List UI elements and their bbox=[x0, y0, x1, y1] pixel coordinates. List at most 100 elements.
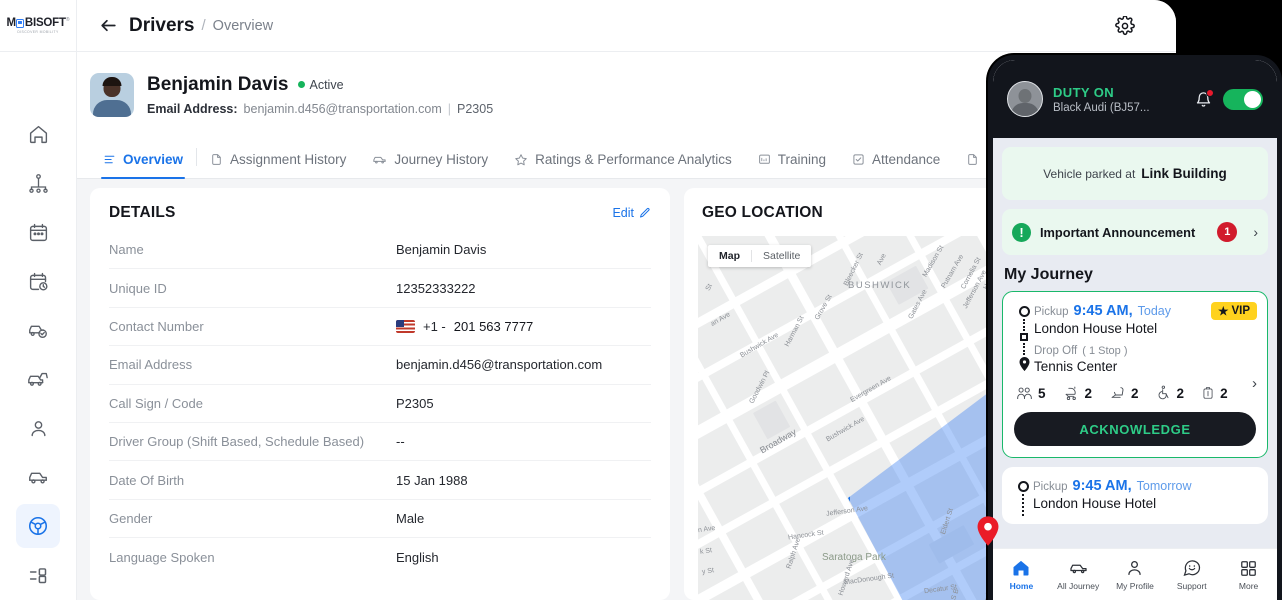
sidebar-item-calendar[interactable] bbox=[16, 210, 60, 254]
map-type-toggle[interactable]: Map Satellite bbox=[708, 245, 812, 267]
table-row: Call Sign / Code P2305 bbox=[109, 385, 651, 423]
tab-attendance-label: Attendance bbox=[872, 152, 941, 167]
row-value: Male bbox=[396, 510, 425, 526]
list-icon bbox=[104, 155, 115, 164]
status-dot-icon bbox=[297, 81, 305, 88]
tab-journey-history[interactable]: Journey History bbox=[359, 152, 501, 178]
vehicle-label: Black Audi (BJ57... bbox=[1053, 101, 1150, 114]
top-bar: Drivers / Overview bbox=[77, 0, 1176, 52]
phone-tab-home[interactable]: Home bbox=[993, 558, 1050, 591]
journey-track bbox=[1014, 303, 1034, 374]
star-icon: ★ bbox=[1218, 306, 1229, 318]
chat-smile-icon bbox=[1183, 560, 1200, 577]
brand-logo[interactable]: M BISOFT ® DISCOVER MOBILITY bbox=[0, 0, 76, 52]
pencil-icon bbox=[640, 207, 650, 218]
back-button[interactable] bbox=[97, 15, 119, 37]
sidebar-item-home[interactable] bbox=[16, 112, 60, 156]
table-row: Language Spoken English bbox=[109, 538, 651, 576]
row-value: Benjamin Davis bbox=[396, 242, 487, 258]
avatar[interactable] bbox=[1007, 81, 1043, 117]
vip-badge: ★ VIP bbox=[1211, 302, 1257, 320]
sidebar-item-vehicle-approvals[interactable] bbox=[16, 308, 60, 352]
table-row: Driver Group (Shift Based, Schedule Base… bbox=[109, 423, 651, 462]
sidebar-item-fleet[interactable] bbox=[16, 357, 60, 401]
count-wheelchair: 2 bbox=[1156, 385, 1185, 401]
sidebar-item-schedule[interactable] bbox=[16, 259, 60, 303]
calendar-clock-icon bbox=[29, 272, 48, 291]
count-value: 2 bbox=[1176, 385, 1185, 401]
star-icon bbox=[515, 153, 527, 165]
email-value: benjamin.d456@transportation.com bbox=[243, 101, 442, 116]
sidebar-item-vehicles[interactable] bbox=[16, 455, 60, 499]
brand-logo-text-2: BISOFT bbox=[24, 16, 66, 29]
announcement-banner[interactable]: ! Important Announcement 1 › bbox=[1002, 209, 1268, 255]
tab-ratings-performance[interactable]: Ratings & Performance Analytics bbox=[501, 152, 745, 178]
journey-card-next[interactable]: Pickup 9:45 AM, Tomorrow London House Ho… bbox=[1002, 467, 1268, 524]
count-value: 5 bbox=[1038, 385, 1046, 401]
chevron-right-icon: › bbox=[1253, 224, 1258, 240]
phone-tab-my-profile[interactable]: My Profile bbox=[1107, 558, 1164, 591]
sidebar-item-organization[interactable] bbox=[16, 161, 60, 205]
phone-tab-support-label: Support bbox=[1176, 581, 1207, 591]
email-label: Email Address: bbox=[147, 101, 238, 116]
map-type-map[interactable]: Map bbox=[708, 245, 751, 267]
table-row: Name Benjamin Davis bbox=[109, 231, 651, 270]
brand-logo-text-1: M bbox=[6, 16, 16, 29]
notifications-button[interactable] bbox=[1195, 88, 1214, 109]
sidebar-item-drivers[interactable] bbox=[16, 504, 60, 548]
stops-label: ( 1 Stop ) bbox=[1082, 345, 1128, 357]
phone-body: Vehicle parked at Link Building ! Import… bbox=[993, 138, 1277, 524]
count-luggage: 2 bbox=[1201, 385, 1228, 401]
phone-tab-home-label: Home bbox=[1009, 581, 1034, 591]
home-icon bbox=[29, 125, 47, 143]
duty-toggle[interactable] bbox=[1223, 88, 1263, 110]
phone-tab-support[interactable]: Support bbox=[1163, 558, 1220, 591]
pickup-time: 9:45 AM, bbox=[1073, 303, 1133, 319]
phone-tab-more[interactable]: More bbox=[1220, 559, 1277, 591]
row-value-phone: +1 - 201 563 7777 bbox=[396, 319, 533, 334]
sidebar-item-settings[interactable] bbox=[16, 553, 60, 597]
journey-counts: 5 2 2 2 2 bbox=[1014, 385, 1256, 401]
settings-sliders-icon bbox=[29, 567, 46, 583]
file-icon bbox=[212, 154, 221, 165]
row-value: 15 Jan 1988 bbox=[396, 472, 468, 488]
row-value: 12352333222 bbox=[396, 280, 476, 296]
tab-assignment-history[interactable]: Assignment History bbox=[197, 152, 359, 178]
map-type-satellite[interactable]: Satellite bbox=[752, 245, 811, 267]
announcement-count: 1 bbox=[1217, 222, 1238, 242]
car-icon bbox=[373, 156, 386, 164]
tab-overview-label: Overview bbox=[123, 152, 184, 167]
brand-tagline: DISCOVER MOBILITY bbox=[17, 29, 59, 34]
journey-card[interactable]: ★ VIP › Pickup 9:45 AM, Today London Hou… bbox=[1002, 291, 1268, 458]
mobile-app-preview: DUTY ON Black Audi (BJ57... Vehicle park… bbox=[988, 55, 1282, 600]
map-pin-icon[interactable] bbox=[977, 516, 999, 546]
tab-attendance[interactable]: Attendance bbox=[839, 152, 953, 178]
row-label: Contact Number bbox=[109, 318, 204, 334]
row-label: Email Address bbox=[109, 357, 193, 373]
calendar-icon bbox=[29, 223, 47, 241]
steering-wheel-icon bbox=[28, 516, 48, 536]
tab-journey-history-label: Journey History bbox=[394, 152, 489, 167]
dropoff-pin-icon bbox=[1019, 357, 1029, 371]
file-icon bbox=[968, 154, 978, 165]
settings-button[interactable] bbox=[1113, 14, 1137, 38]
table-row: Gender Male bbox=[109, 500, 651, 539]
sidebar-item-users[interactable] bbox=[16, 406, 60, 450]
tab-overview[interactable]: Overview bbox=[90, 152, 196, 179]
gear-icon bbox=[1115, 16, 1135, 36]
acknowledge-button[interactable]: ACKNOWLEDGE bbox=[1014, 412, 1256, 446]
breadcrumb-title[interactable]: Drivers bbox=[129, 15, 195, 37]
child-seat-icon bbox=[1111, 387, 1124, 398]
phone-header: DUTY ON Black Audi (BJ57... bbox=[993, 60, 1277, 138]
pickup-dot-icon bbox=[1017, 481, 1029, 492]
alert-circle-icon: ! bbox=[1012, 222, 1031, 242]
chevron-right-icon[interactable]: › bbox=[1252, 375, 1257, 392]
edit-button[interactable]: Edit bbox=[612, 206, 651, 220]
row-value: English bbox=[396, 549, 439, 565]
count-value: 2 bbox=[1084, 385, 1093, 401]
row-label: Gender bbox=[109, 510, 153, 526]
stroller-icon bbox=[1065, 386, 1076, 401]
row-value: benjamin.d456@transportation.com bbox=[396, 357, 603, 373]
tab-training[interactable]: Training bbox=[745, 152, 839, 178]
phone-tab-all-journey[interactable]: All Journey bbox=[1050, 558, 1107, 591]
